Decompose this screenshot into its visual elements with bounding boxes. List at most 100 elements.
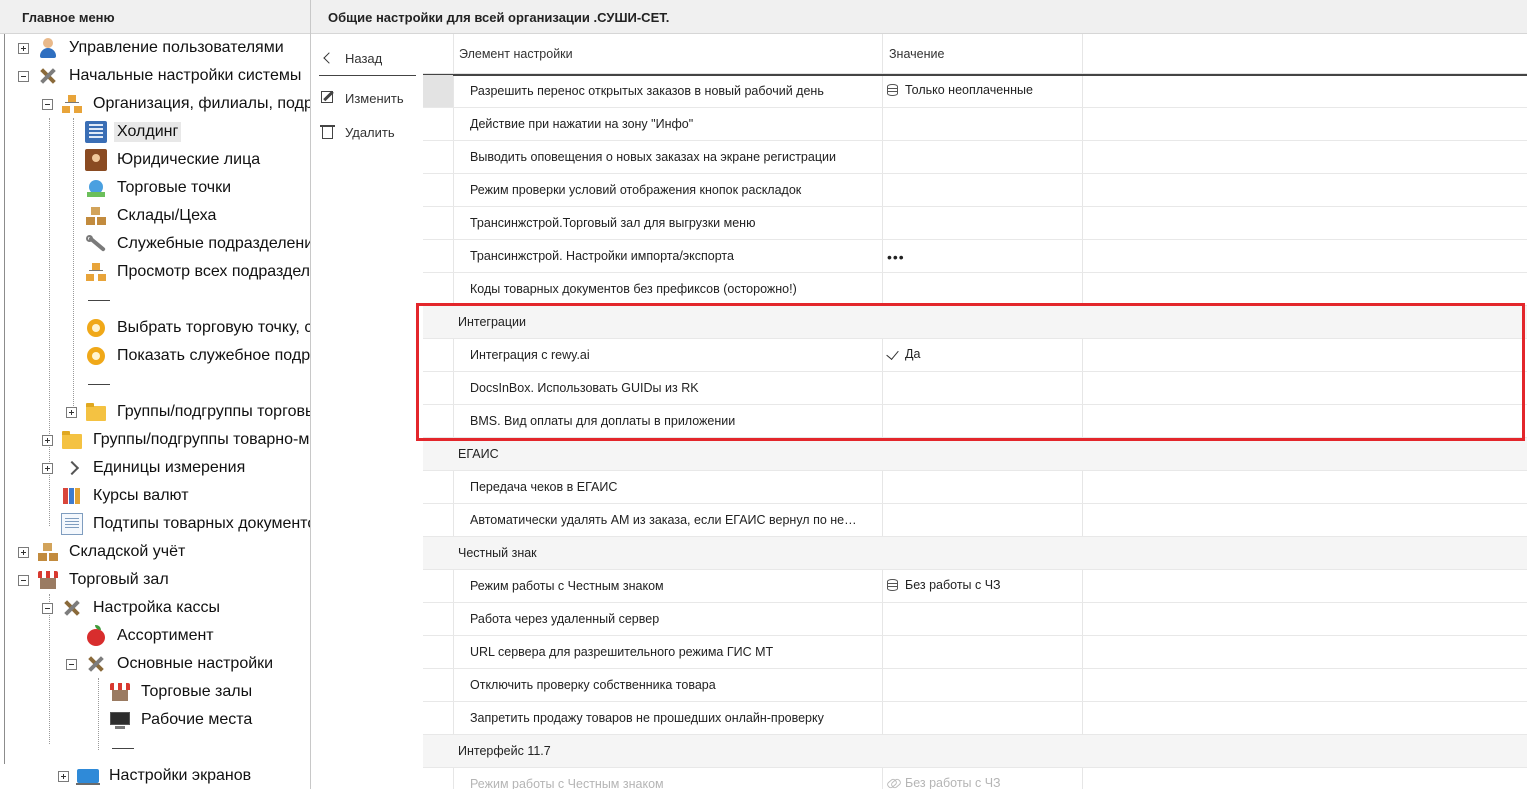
tree-node-label: Просмотр всех подраздел [117,263,311,280]
table-row[interactable]: Разрешить перенос открытых заказов в нов… [423,75,1527,108]
collapse-icon[interactable] [18,70,29,82]
tree-node-label: Показать служебное подра [117,347,311,364]
main-menu-title: Главное меню [0,0,310,34]
group-row[interactable]: Интерфейс 11.7 [423,735,1527,768]
table-row[interactable]: Коды товарных документов без префиксов (… [423,273,1527,306]
tree-node-document-subtypes[interactable]: Подтипы товарных документо [42,510,311,538]
edit-button[interactable]: Изменить [319,85,423,111]
tree-node-show-service-division[interactable]: Показать служебное подра [66,342,311,370]
column-header-name[interactable]: Элемент настройки [459,47,573,61]
back-button[interactable]: Назад [319,45,423,71]
setting-value[interactable]: Только неоплаченные [886,83,1033,97]
delete-button[interactable]: Удалить [319,119,423,145]
collapse-icon[interactable] [42,98,53,110]
group-row[interactable]: Честный знак [423,537,1527,570]
table-row[interactable]: BMS. Вид оплаты для доплаты в приложении [423,405,1527,438]
table-row[interactable]: Действие при нажатии на зону "Инфо" [423,108,1527,141]
tree-node-sales-floor[interactable]: Торговый зал [18,566,172,594]
expand-icon[interactable] [66,406,77,418]
tree-node-legal-entities[interactable]: Юридические лица [66,146,263,174]
tree-node-workstations[interactable]: Рабочие места [90,706,255,734]
setting-name: Режим проверки условий отображения кнопо… [470,183,802,197]
group-row[interactable]: ЕГАИС [423,438,1527,471]
group-row[interactable]: Интеграции [423,306,1527,339]
setting-name: BMS. Вид оплаты для доплаты в приложении [470,414,736,428]
collapse-icon[interactable] [18,574,29,586]
tree-node-currency-rates[interactable]: Курсы валют [42,482,192,510]
column-header-value[interactable]: Значение [889,47,944,61]
folder-icon [85,401,107,423]
table-row[interactable]: DocsInBox. Использовать GUIDы из RK [423,372,1527,405]
setting-name: DocsInBox. Использовать GUIDы из RK [470,381,699,395]
table-row[interactable]: Трансинжстрой. Настройки импорта/экспорт… [423,240,1527,273]
group-name: Интерфейс 11.7 [458,744,551,758]
divider [319,75,416,76]
gear-icon [85,345,107,367]
org-structure-icon [85,261,107,283]
table-row[interactable]: Трансинжстрой.Торговый зал для выгрузки … [423,207,1527,240]
tree-node-label: Склады/Цеха [117,207,217,224]
tree-node-view-all-divisions[interactable]: Просмотр всех подраздел [66,258,311,286]
table-row[interactable]: Режим работы с Честным знаком Без работы… [423,570,1527,603]
table-row[interactable]: URL сервера для разрешительного режима Г… [423,636,1527,669]
setting-name: Режим работы с Честным знаком [470,777,664,789]
tree-node-main-settings[interactable]: Основные настройки [66,650,276,678]
table-row[interactable]: Передача чеков в ЕГАИС [423,471,1527,504]
setting-value[interactable]: Да [886,347,920,361]
trash-icon [319,123,337,141]
tree-node-goods-groups[interactable]: Группы/подгруппы товарно-ма [42,426,310,454]
collapse-icon[interactable] [66,658,77,670]
setting-name: Действие при нажатии на зону "Инфо" [470,117,694,131]
table-row[interactable]: Запретить продажу товаров не прошедших о… [423,702,1527,735]
group-name: Интеграции [458,315,527,329]
expand-icon[interactable] [42,462,53,474]
setting-name: Режим работы с Честным знаком [470,579,664,593]
tree-node-users[interactable]: Управление пользователями [18,34,287,62]
tree-node-initial-settings[interactable]: Начальные настройки системы [18,62,304,90]
database-icon [886,83,900,97]
table-row[interactable]: Режим проверки условий отображения кнопо… [423,174,1527,207]
tree-node-label: Торговые точки [117,179,232,196]
row-gutter [423,75,453,107]
setting-value[interactable]: Без работы с ЧЗ [886,776,1001,789]
edit-label: Изменить [345,90,404,106]
gear-icon [85,317,107,339]
table-row[interactable]: Выводить оповещения о новых заказах на э… [423,141,1527,174]
expand-icon[interactable] [42,434,53,446]
tree-node-label: Складской учёт [69,543,186,560]
tree-node-screen-settings[interactable]: Настройки экранов [58,762,254,789]
tree-node-label: Управление пользователями [69,39,284,56]
tree-node-service-divisions[interactable]: Служебные подразделени [66,230,311,258]
tree-node-units[interactable]: Единицы измерения [42,454,248,482]
group-name: ЕГАИС [458,447,499,461]
collapse-icon[interactable] [42,602,53,614]
tree-node-assortment[interactable]: Ассортимент [66,622,217,650]
tree-node-label: Подтипы товарных документо [93,515,311,532]
tree-node-outlets[interactable]: Торговые точки [66,174,234,202]
tree-node-cash-setup[interactable]: Настройка кассы [42,594,223,622]
tree-node-organization[interactable]: Организация, филиалы, подра [42,90,310,118]
tree-node-label: Служебные подразделени [117,235,311,252]
table-row[interactable]: Интеграция с rewy.ai Да [423,339,1527,372]
table-row[interactable]: Автоматически удалять АМ из заказа, если… [423,504,1527,537]
setting-name: Коды товарных документов без префиксов (… [470,282,797,296]
tree-node-warehouse-accounting[interactable]: Складской учёт [18,538,188,566]
more-options-icon[interactable]: ••• [887,250,905,264]
table-row[interactable]: Режим работы с Честным знаком Без работы… [423,768,1527,789]
tree-node-trade-groups[interactable]: Группы/подгруппы торговы [66,398,310,426]
setting-value[interactable]: Без работы с ЧЗ [886,578,1001,592]
tree-node-warehouses[interactable]: Склады/Цеха [66,202,219,230]
tree-node-select-outlet[interactable]: Выбрать торговую точку, с [66,314,310,342]
apple-icon [85,625,107,647]
tree-node-holding[interactable]: Холдинг [66,118,182,146]
table-row[interactable]: Отключить проверку собственника товара [423,669,1527,702]
tree-node-sales-halls[interactable]: Торговые залы [90,678,255,706]
expand-icon[interactable] [58,770,69,782]
table-row[interactable]: Работа через удаленный сервер [423,603,1527,636]
setting-name: Выводить оповещения о новых заказах на э… [470,150,836,164]
expand-icon[interactable] [18,42,29,54]
tree-node-label: Рабочие места [141,711,253,728]
edit-icon [319,89,337,107]
expand-icon[interactable] [18,546,29,558]
setting-value-text: Только неоплаченные [905,83,1033,97]
